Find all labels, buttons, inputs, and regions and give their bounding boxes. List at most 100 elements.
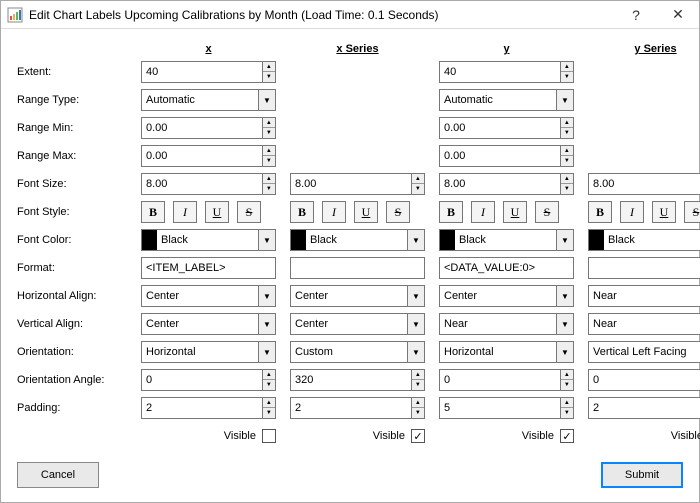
chevron-down-icon[interactable]: ▼ (407, 229, 425, 251)
bold-button[interactable]: B (439, 201, 463, 223)
h-align-y[interactable]: Center▼ (439, 285, 574, 307)
spin-down-icon[interactable]: ▼ (263, 408, 275, 418)
range-min-y[interactable]: 0.00▲▼ (439, 117, 574, 139)
chevron-down-icon[interactable]: ▼ (258, 89, 276, 111)
spin-up-icon[interactable]: ▲ (263, 174, 275, 184)
spin-down-icon[interactable]: ▼ (561, 156, 573, 166)
orient-angle-y[interactable]: 0▲▼ (439, 369, 574, 391)
underline-button[interactable]: U (354, 201, 378, 223)
extent-y-input[interactable]: 40 (439, 61, 560, 83)
close-button[interactable]: ✕ (657, 1, 699, 29)
bold-button[interactable]: B (588, 201, 612, 223)
h-align-ys[interactable]: Near▼ (588, 285, 700, 307)
visible-checkbox-x[interactable] (262, 429, 276, 443)
orient-angle-ys[interactable]: 0▲▼ (588, 369, 700, 391)
range-type-x[interactable]: Automatic▼ (141, 89, 276, 111)
format-y[interactable]: <DATA_VALUE:0> (439, 257, 574, 279)
chevron-down-icon[interactable]: ▼ (407, 285, 425, 307)
font-color-xs[interactable]: Black▼ (290, 229, 425, 251)
font-color-ys[interactable]: Black▼ (588, 229, 700, 251)
bold-button[interactable]: B (290, 201, 314, 223)
spin-up-icon[interactable]: ▲ (412, 398, 424, 408)
spin-down-icon[interactable]: ▼ (561, 380, 573, 390)
orientation-xs[interactable]: Custom▼ (290, 341, 425, 363)
spin-up-icon[interactable]: ▲ (263, 370, 275, 380)
chevron-down-icon[interactable]: ▼ (556, 313, 574, 335)
h-align-xs[interactable]: Center▼ (290, 285, 425, 307)
chevron-down-icon[interactable]: ▼ (258, 229, 276, 251)
spin-up-icon[interactable]: ▲ (561, 174, 573, 184)
font-color-x[interactable]: Black▼ (141, 229, 276, 251)
v-align-xs[interactable]: Center▼ (290, 313, 425, 335)
spin-down-icon[interactable]: ▼ (263, 380, 275, 390)
orientation-ys[interactable]: Vertical Left Facing▼ (588, 341, 700, 363)
font-size-x[interactable]: 8.00▲▼ (141, 173, 276, 195)
spin-down-icon[interactable]: ▼ (561, 72, 573, 82)
padding-ys[interactable]: 2▲▼ (588, 397, 700, 419)
spin-down-icon[interactable]: ▼ (412, 380, 424, 390)
spin-down-icon[interactable]: ▼ (561, 408, 573, 418)
spin-up-icon[interactable]: ▲ (412, 174, 424, 184)
italic-button[interactable]: I (322, 201, 346, 223)
spin-down-icon[interactable]: ▼ (412, 184, 424, 194)
underline-button[interactable]: U (652, 201, 676, 223)
range-min-x[interactable]: 0.00▲▼ (141, 117, 276, 139)
italic-button[interactable]: I (471, 201, 495, 223)
spin-up-icon[interactable]: ▲ (561, 398, 573, 408)
spin-up-icon[interactable]: ▲ (561, 370, 573, 380)
chevron-down-icon[interactable]: ▼ (556, 89, 574, 111)
chevron-down-icon[interactable]: ▼ (556, 229, 574, 251)
spin-down-icon[interactable]: ▼ (263, 72, 275, 82)
v-align-ys[interactable]: Near▼ (588, 313, 700, 335)
underline-button[interactable]: U (503, 201, 527, 223)
spin-down-icon[interactable]: ▼ (263, 184, 275, 194)
italic-button[interactable]: I (173, 201, 197, 223)
format-x[interactable]: <ITEM_LABEL> (141, 257, 276, 279)
chevron-down-icon[interactable]: ▼ (258, 341, 276, 363)
cancel-button[interactable]: Cancel (17, 462, 99, 488)
strike-button[interactable]: S (386, 201, 410, 223)
range-type-y[interactable]: Automatic▼ (439, 89, 574, 111)
underline-button[interactable]: U (205, 201, 229, 223)
spin-up-icon[interactable]: ▲ (412, 370, 424, 380)
spin-up-icon[interactable]: ▲ (263, 118, 275, 128)
h-align-x[interactable]: Center▼ (141, 285, 276, 307)
spin-up-icon[interactable]: ▲ (263, 62, 275, 72)
submit-button[interactable]: Submit (601, 462, 683, 488)
chevron-down-icon[interactable]: ▼ (258, 285, 276, 307)
strike-button[interactable]: S (684, 201, 700, 223)
spin-up-icon[interactable]: ▲ (561, 62, 573, 72)
orientation-x[interactable]: Horizontal▼ (141, 341, 276, 363)
help-button[interactable]: ? (615, 1, 657, 29)
padding-x[interactable]: 2▲▼ (141, 397, 276, 419)
spin-up-icon[interactable]: ▲ (263, 146, 275, 156)
chevron-down-icon[interactable]: ▼ (407, 313, 425, 335)
chevron-down-icon[interactable]: ▼ (556, 341, 574, 363)
range-max-y[interactable]: 0.00▲▼ (439, 145, 574, 167)
range-max-x[interactable]: 0.00▲▼ (141, 145, 276, 167)
spin-up-icon[interactable]: ▲ (561, 118, 573, 128)
strike-button[interactable]: S (237, 201, 261, 223)
chevron-down-icon[interactable]: ▼ (258, 313, 276, 335)
v-align-x[interactable]: Center▼ (141, 313, 276, 335)
padding-y[interactable]: 5▲▼ (439, 397, 574, 419)
extent-y[interactable]: 40▲▼ (439, 61, 574, 83)
spin-down-icon[interactable]: ▼ (561, 128, 573, 138)
font-size-xs[interactable]: 8.00▲▼ (290, 173, 425, 195)
format-ys[interactable] (588, 257, 700, 279)
font-size-y[interactable]: 8.00▲▼ (439, 173, 574, 195)
italic-button[interactable]: I (620, 201, 644, 223)
orientation-y[interactable]: Horizontal▼ (439, 341, 574, 363)
format-xs[interactable] (290, 257, 425, 279)
orient-angle-xs[interactable]: 320▲▼ (290, 369, 425, 391)
v-align-y[interactable]: Near▼ (439, 313, 574, 335)
visible-checkbox-y[interactable]: ✓ (560, 429, 574, 443)
spin-down-icon[interactable]: ▼ (561, 184, 573, 194)
chevron-down-icon[interactable]: ▼ (407, 341, 425, 363)
extent-x-input[interactable]: 40 (141, 61, 262, 83)
bold-button[interactable]: B (141, 201, 165, 223)
chevron-down-icon[interactable]: ▼ (556, 285, 574, 307)
orient-angle-x[interactable]: 0▲▼ (141, 369, 276, 391)
spin-up-icon[interactable]: ▲ (561, 146, 573, 156)
font-color-y[interactable]: Black▼ (439, 229, 574, 251)
